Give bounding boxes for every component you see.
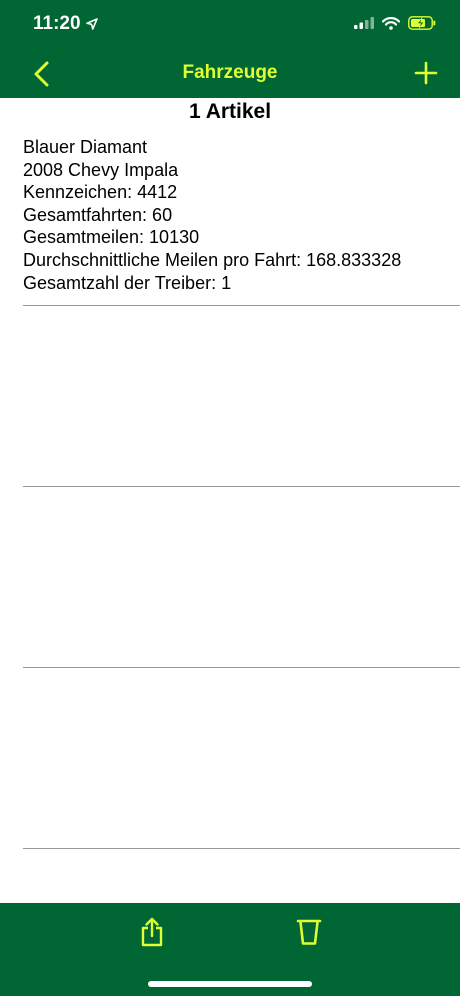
vehicle-avg-miles: Durchschnittliche Meilen pro Fahrt: 168.… (23, 249, 402, 270)
vehicle-plate: Kennzeichen: 4412 (23, 182, 178, 203)
vehicle-list: Blauer Diamant 2008 Chevy Impala Kennzei… (23, 136, 460, 849)
empty-row (23, 487, 460, 668)
vehicle-total-trips: Gesamtfahrten: 60 (23, 204, 173, 225)
home-indicator[interactable] (148, 981, 312, 987)
bottom-toolbar (0, 903, 460, 996)
item-count-label: 1 Artikel (188, 100, 272, 123)
trash-button[interactable] (296, 918, 322, 946)
share-button[interactable] (140, 917, 164, 947)
status-bar-icons (354, 16, 436, 30)
add-vehicle-button[interactable] (414, 61, 438, 85)
empty-row (23, 668, 460, 849)
wifi-icon (382, 16, 400, 30)
vehicle-name: Blauer Diamant (23, 137, 148, 157)
vehicles-screen: 11:20 Fahrzeuge 1 Artikel Blauer Diamant… (0, 0, 460, 996)
vehicle-total-drivers: Gesamtzahl der Treiber: 1 (23, 272, 232, 293)
status-time-text: 11:20 (33, 13, 81, 34)
signal-icon (354, 17, 374, 29)
vehicle-total-miles: Gesamtmeilen: 10130 (23, 227, 200, 248)
status-bar-time: 11:20 (33, 13, 98, 35)
header-bar: 11:20 Fahrzeuge (0, 0, 460, 98)
vehicle-row[interactable]: Blauer Diamant 2008 Chevy Impala Kennzei… (23, 136, 460, 306)
battery-charging-icon (408, 16, 436, 30)
location-arrow-icon (85, 18, 98, 30)
empty-row (23, 306, 460, 487)
vehicle-model: 2008 Chevy Impala (23, 159, 179, 180)
page-title: Fahrzeuge (182, 62, 278, 83)
